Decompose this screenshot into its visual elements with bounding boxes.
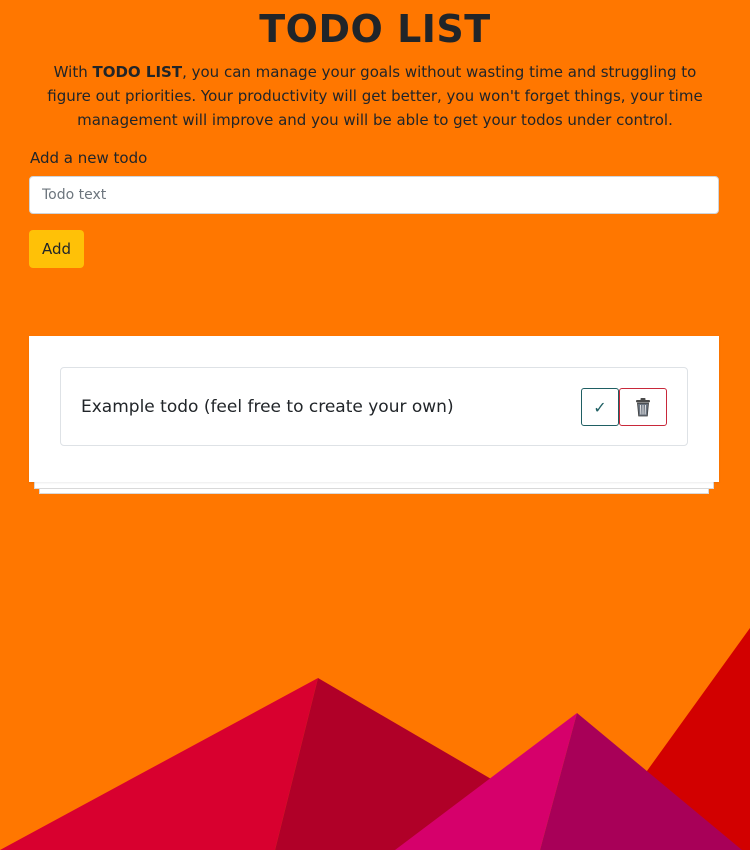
intro-prefix: With (53, 63, 93, 81)
todo-list-card: Example todo (feel free to create your o… (29, 336, 719, 482)
mark-done-button[interactable]: ✓ (581, 388, 619, 426)
todo-text-input[interactable] (29, 176, 719, 214)
new-todo-label: Add a new todo (30, 149, 148, 167)
intro-brand: TODO LIST (92, 63, 183, 81)
add-button[interactable]: Add (29, 230, 84, 268)
intro-text: With TODO LIST, you can manage your goal… (30, 60, 720, 132)
main-content: TODO LIST With TODO LIST, you can manage… (0, 0, 750, 494)
page: TODO LIST With TODO LIST, you can manage… (0, 0, 750, 850)
todo-list-card-stack: Example todo (feel free to create your o… (29, 336, 719, 496)
new-todo-form: Add a new todo Add (29, 148, 719, 268)
check-icon: ✓ (593, 397, 607, 417)
todo-item: Example todo (feel free to create your o… (60, 367, 688, 446)
trash-icon (636, 398, 650, 417)
mountain-left-light (0, 678, 318, 850)
delete-todo-button[interactable] (619, 388, 667, 426)
page-title: TODO LIST (259, 7, 491, 51)
todo-item-text: Example todo (feel free to create your o… (81, 397, 454, 417)
